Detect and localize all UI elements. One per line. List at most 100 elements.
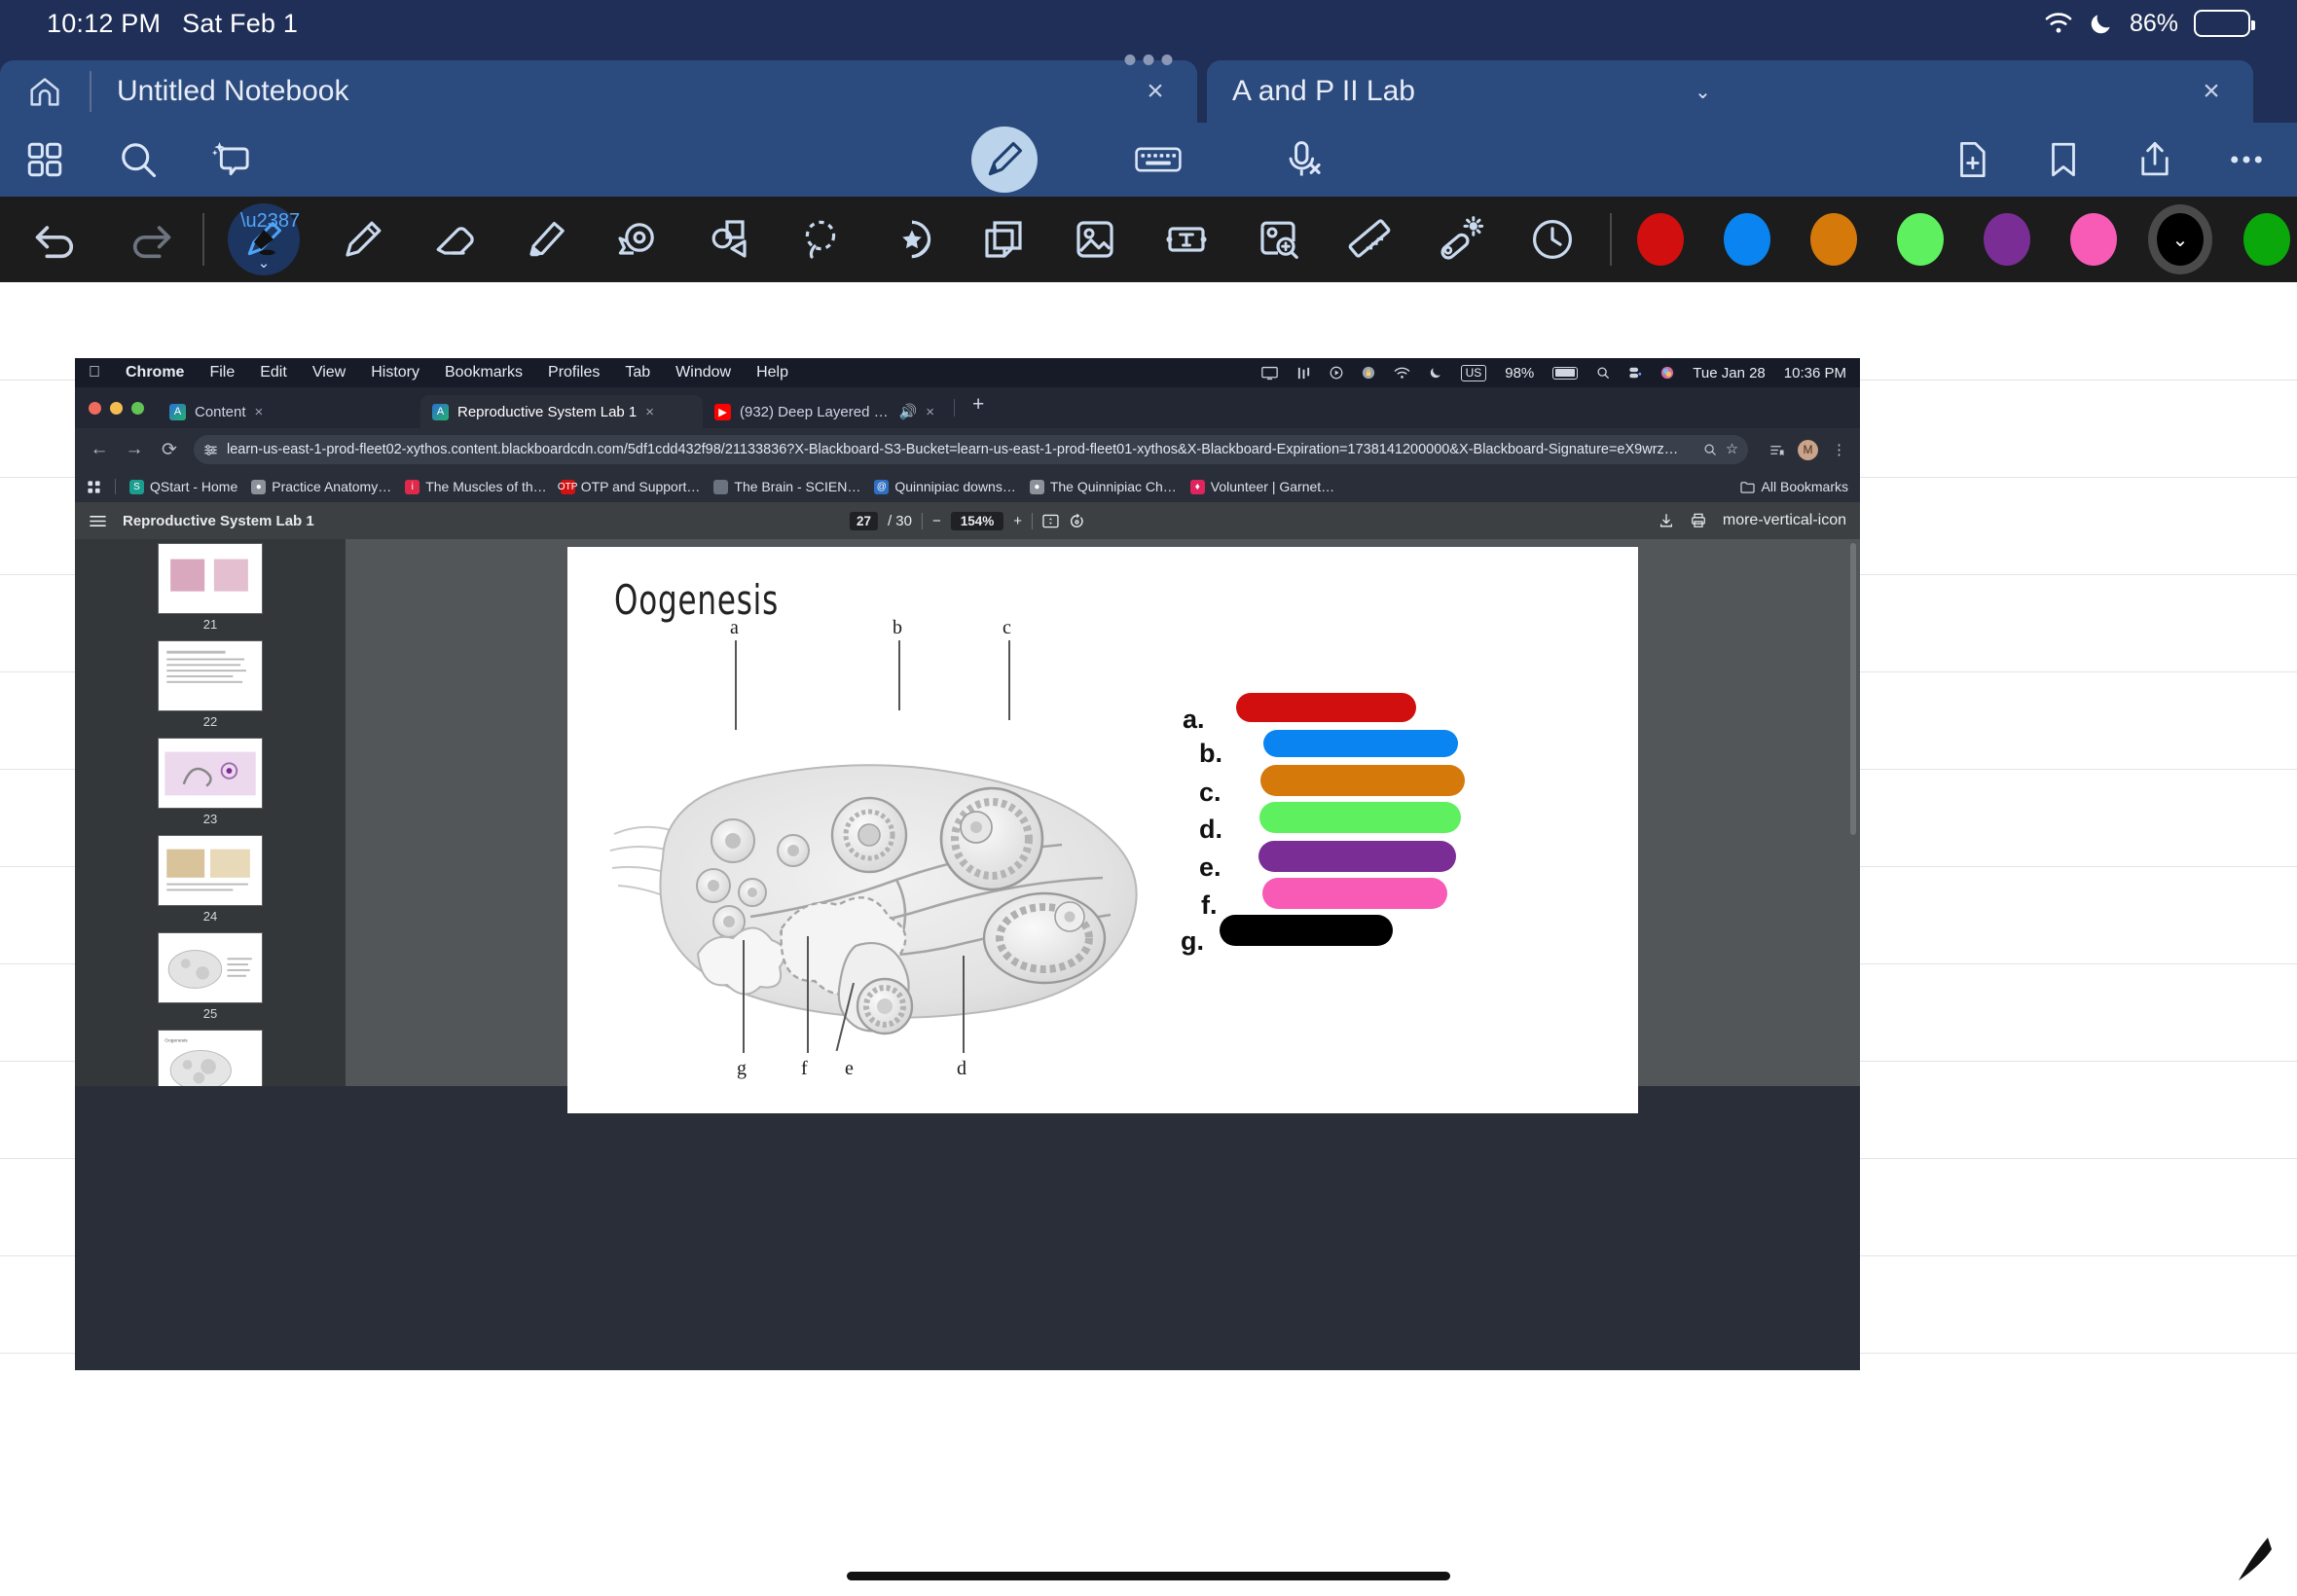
zoom-in-button[interactable]: + (1013, 513, 1022, 529)
notebook-tab-untitled[interactable]: Untitled Notebook × (0, 60, 1197, 123)
grid-icon[interactable] (21, 136, 68, 183)
color-swatch-2[interactable] (1810, 213, 1857, 266)
ai-assist-icon[interactable] (208, 136, 255, 183)
shapes-icon[interactable] (701, 211, 757, 268)
brush-icon[interactable]: \u2387 ⌄ (228, 203, 300, 275)
thumbnail-25[interactable]: 25 (158, 932, 263, 1021)
hamburger-icon[interactable] (89, 514, 107, 528)
thumbnail-23[interactable]: 23 (158, 738, 263, 826)
clock-icon[interactable] (1524, 211, 1581, 268)
menu-help[interactable]: Help (756, 364, 788, 381)
display-icon[interactable] (1260, 366, 1278, 381)
keyboard-icon[interactable] (1135, 136, 1182, 183)
all-bookmarks-button[interactable]: All Bookmarks (1739, 479, 1848, 494)
home-icon[interactable] (25, 72, 64, 111)
ruler-icon[interactable] (1341, 211, 1398, 268)
site-settings-icon[interactable] (203, 443, 218, 457)
back-icon[interactable]: ← (89, 439, 110, 460)
lock-icon[interactable] (1362, 366, 1375, 380)
avatar[interactable]: M (1798, 439, 1818, 460)
print-icon[interactable] (1691, 513, 1706, 528)
more-vertical-icon[interactable]: ⋮ (1832, 441, 1846, 458)
pdf-page-27[interactable]: Oogenesis a b c g f e d a. b. c. d. e. f… (567, 547, 1638, 1113)
forward-icon[interactable]: → (124, 439, 145, 460)
share-icon[interactable] (2132, 136, 2178, 183)
wifi-icon[interactable] (1394, 367, 1410, 380)
keyboard-layout-badge[interactable]: US (1460, 364, 1487, 381)
sticker-icon[interactable] (884, 211, 940, 268)
pdf-page-input[interactable]: 27 (849, 511, 878, 530)
bookmark-item-5[interactable]: @ Quinnipiac downs… (874, 479, 1016, 494)
color-swatch-5[interactable] (2070, 213, 2117, 266)
rotate-icon[interactable] (1069, 513, 1085, 528)
new-tab-button[interactable]: + (972, 393, 984, 417)
close-icon-2[interactable]: × (645, 404, 654, 420)
address-bar[interactable]: learn-us-east-1-prod-fleet02-xythos.cont… (194, 435, 1748, 464)
pasted-screenshot[interactable]:  Chrome File Edit View History Bookmark… (75, 358, 1860, 1370)
bookmark-star-icon[interactable]: ☆ (1726, 442, 1738, 457)
eraser-icon[interactable] (426, 211, 483, 268)
menu-chrome[interactable]: Chrome (126, 364, 184, 381)
close-icon-3[interactable]: × (926, 404, 934, 420)
lasso-tape-icon[interactable] (609, 211, 666, 268)
menu-tab[interactable]: Tab (625, 364, 650, 381)
bookmark-item-1[interactable]: ● Practice Anatomy… (251, 479, 391, 494)
thumbnail-22[interactable]: 22 (158, 640, 263, 729)
menu-window[interactable]: Window (675, 364, 731, 381)
fit-page-icon[interactable] (1042, 514, 1059, 528)
zoom-out-button[interactable]: − (932, 513, 941, 529)
sticky-note-icon[interactable] (975, 211, 1032, 268)
close-icon-2[interactable]: × (2199, 75, 2224, 108)
bookmark-item-0[interactable]: S QStart - Home (129, 479, 237, 494)
magic-wand-icon[interactable] (1433, 211, 1489, 268)
equalizer-icon[interactable] (1296, 366, 1311, 381)
bookmark-item-7[interactable]: ♦ Volunteer | Garnet… (1189, 479, 1334, 494)
thumbnail-21[interactable]: 21 (158, 543, 263, 632)
color-swatch-3[interactable] (1897, 213, 1944, 266)
control-center-icon[interactable] (1628, 366, 1642, 380)
notebook-tab-aplab[interactable]: A and P II Lab ⌄ × (1207, 60, 2253, 123)
bookmark-item-3[interactable]: OTP OTP and Support… (558, 479, 700, 494)
download-icon[interactable] (1659, 513, 1674, 528)
add-page-icon[interactable] (1949, 136, 1995, 183)
bookmark-icon[interactable] (2040, 136, 2087, 183)
notebook-page[interactable]:  Chrome File Edit View History Bookmark… (0, 282, 2297, 1596)
zoom-level[interactable]: 154% (950, 511, 1004, 530)
screenshot-icon[interactable] (1250, 211, 1306, 268)
reload-icon[interactable]: ⟳ (159, 439, 180, 461)
more-icon[interactable] (2223, 136, 2270, 183)
search-icon[interactable] (115, 136, 162, 183)
color-swatch-0[interactable] (1637, 213, 1684, 266)
chrome-tab-youtube[interactable]: ▶ (932) Deep Layered Brow 🔊 × (703, 395, 946, 428)
moon-icon[interactable] (1429, 366, 1442, 380)
redo-icon[interactable] (123, 211, 179, 268)
menu-profiles[interactable]: Profiles (548, 364, 600, 381)
color-swatch-6[interactable]: ⌄ (2148, 204, 2212, 274)
menu-file[interactable]: File (209, 364, 235, 381)
apps-grid-icon[interactable] (87, 480, 101, 494)
window-controls[interactable] (87, 387, 158, 428)
thumbnail-24[interactable]: 24 (158, 835, 263, 924)
chevron-down-icon[interactable]: ⌄ (258, 254, 271, 272)
pen-active-icon[interactable] (971, 127, 1038, 193)
apple-icon[interactable]:  (89, 364, 100, 381)
close-icon[interactable]: × (1143, 75, 1168, 108)
zoom-icon[interactable] (1703, 443, 1717, 456)
chrome-tab-reproductive-system-lab-1[interactable]: A Reproductive System Lab 1 × (420, 395, 703, 428)
play-icon[interactable] (1330, 366, 1343, 380)
more-vertical-icon-pdf[interactable]: more-vertical-icon (1723, 512, 1846, 529)
drag-handle-dots[interactable] (1124, 54, 1173, 65)
home-indicator[interactable] (847, 1572, 1450, 1580)
spotlight-search-icon[interactable] (1596, 366, 1610, 380)
siri-icon[interactable] (1660, 366, 1674, 380)
text-box-icon[interactable] (1158, 211, 1215, 268)
menu-history[interactable]: History (371, 364, 419, 381)
bookmark-item-2[interactable]: i The Muscles of th… (405, 479, 547, 494)
pdf-viewer-body[interactable]: 2122232425Oogenesis26Oogenesis27 Oogenes… (75, 539, 1860, 1113)
color-swatch-4[interactable] (1984, 213, 2030, 266)
chrome-tab-content[interactable]: A Content × (158, 395, 420, 428)
chevron-down-icon[interactable]: ⌄ (1695, 80, 1711, 104)
pdf-thumbnail-sidebar[interactable]: 2122232425Oogenesis26Oogenesis27 (75, 539, 1856, 1086)
color-swatch-1[interactable] (1724, 213, 1770, 266)
thumbnail-26[interactable]: Oogenesis26 (158, 1030, 263, 1086)
